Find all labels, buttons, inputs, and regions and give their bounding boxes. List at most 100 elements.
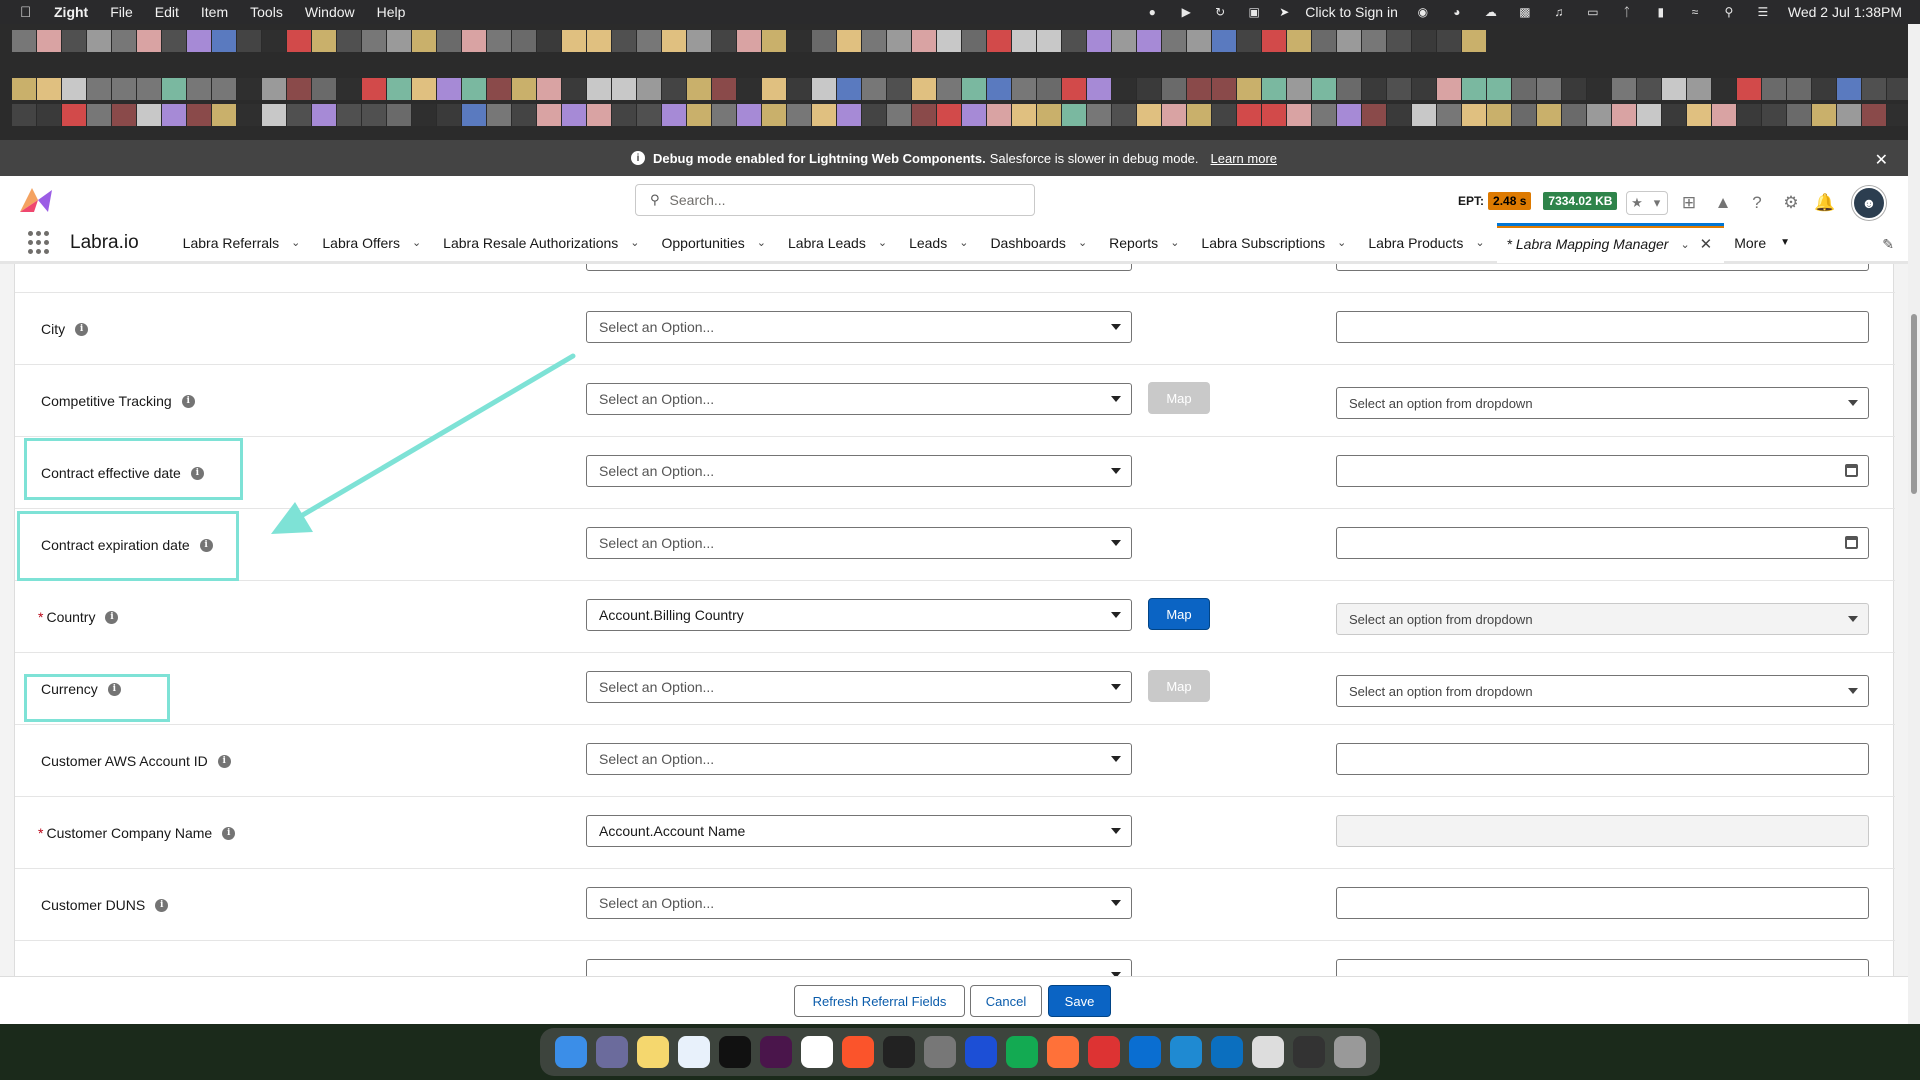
info-icon[interactable]: i xyxy=(181,394,195,408)
chevron-down-icon[interactable]: ⌄ xyxy=(1475,236,1484,249)
avatar[interactable]: ☻ xyxy=(1852,186,1886,220)
target-value-dropdown[interactable]: Select an option from dropdown xyxy=(1336,675,1869,707)
chevron-down-icon[interactable]: ⌄ xyxy=(1337,236,1346,249)
nav-tab-reports[interactable]: Reports ⌄ xyxy=(1099,223,1191,263)
nav-tab-labra-resale-authorizations[interactable]: Labra Resale Authorizations ⌄ xyxy=(433,223,651,263)
target-value-input[interactable] xyxy=(1336,743,1869,775)
send-icon[interactable]: ➤ xyxy=(1279,5,1289,19)
source-field-select[interactable]: Select an Option... xyxy=(586,455,1132,487)
timer-icon[interactable]: ◕ xyxy=(1448,5,1466,19)
trailhead-icon[interactable]: ▲ xyxy=(1710,190,1736,216)
mapping-content-area[interactable]: City i Select an Option... Competitive Tr… xyxy=(0,264,1908,976)
target-value-dropdown[interactable]: Select an option from dropdown xyxy=(1336,387,1869,419)
date-input[interactable] xyxy=(1336,455,1869,487)
headphones-icon[interactable]: ♫ xyxy=(1550,5,1568,19)
chevron-down-icon[interactable]: ⌄ xyxy=(630,236,639,249)
source-field-select[interactable]: Select an Option... xyxy=(586,527,1132,559)
map-button[interactable]: Map xyxy=(1148,598,1210,630)
nav-tab-dashboards[interactable]: Dashboards ⌄ xyxy=(980,223,1099,263)
nav-more-menu[interactable]: More ▼ xyxy=(1724,223,1802,263)
learn-more-link[interactable]: Learn more xyxy=(1211,151,1277,166)
chevron-down-icon[interactable]: ⌄ xyxy=(291,236,300,249)
source-field-select[interactable] xyxy=(586,959,1132,976)
info-icon[interactable]: i xyxy=(105,610,119,624)
chevron-down-icon[interactable]: ⌄ xyxy=(1170,236,1179,249)
labra-logo-icon[interactable] xyxy=(18,186,54,214)
screen-record-icon[interactable]: ▣ xyxy=(1245,5,1263,19)
menu-app-name[interactable]: Zight xyxy=(54,4,88,20)
global-search-input[interactable]: ⚲ Search... xyxy=(635,184,1035,216)
battery-icon[interactable]: ▮ xyxy=(1652,5,1670,19)
window-scrollbar[interactable] xyxy=(1908,24,1920,1024)
star-icon[interactable]: ★ xyxy=(1627,192,1647,214)
source-field-select[interactable]: Select an Option... xyxy=(586,887,1132,919)
info-icon[interactable]: i xyxy=(155,898,169,912)
source-field-select[interactable]: Select an Option... xyxy=(586,743,1132,775)
source-field-select[interactable] xyxy=(586,264,1132,271)
nav-tab-labra-mapping-manager[interactable]: * Labra Mapping Manager ⌄ ✕ xyxy=(1496,222,1725,263)
remote-desktop-icon[interactable] xyxy=(1128,1036,1161,1068)
map-button[interactable]: Map xyxy=(1148,670,1210,702)
target-value-input[interactable] xyxy=(1336,264,1869,271)
source-field-select[interactable]: Account.Account Name xyxy=(586,815,1132,847)
nav-tab-opportunities[interactable]: Opportunities ⌄ xyxy=(652,223,779,263)
nav-tab-labra-leads[interactable]: Labra Leads ⌄ xyxy=(778,223,899,263)
target-value-input[interactable] xyxy=(1336,311,1869,343)
menu-window[interactable]: Window xyxy=(305,4,355,20)
cloud-icon[interactable]: ☁ xyxy=(1482,5,1500,19)
nav-tab-labra-products[interactable]: Labra Products ⌄ xyxy=(1358,223,1496,263)
source-field-select[interactable]: Select an Option... xyxy=(586,383,1132,415)
menu-help[interactable]: Help xyxy=(377,4,406,20)
scrollbar-thumb[interactable] xyxy=(1911,314,1917,494)
folder-icon[interactable] xyxy=(1292,1036,1325,1068)
launchpad-icon[interactable] xyxy=(595,1036,628,1068)
firefox-icon[interactable] xyxy=(1046,1036,1079,1068)
vscode-icon[interactable] xyxy=(1169,1036,1202,1068)
target-value-input[interactable] xyxy=(1336,959,1869,976)
bluetooth-icon[interactable]: ᛏ xyxy=(1618,5,1636,19)
target-value-dropdown[interactable]: Select an option from dropdown xyxy=(1336,603,1869,635)
mongodb-icon[interactable] xyxy=(1005,1036,1038,1068)
nav-tab-labra-referrals[interactable]: Labra Referrals ⌄ xyxy=(173,223,313,263)
cancel-button[interactable]: Cancel xyxy=(970,985,1042,1017)
nav-tab-labra-subscriptions[interactable]: Labra Subscriptions ⌄ xyxy=(1191,223,1358,263)
source-field-select[interactable]: Select an Option... xyxy=(586,671,1132,703)
system-settings-icon[interactable] xyxy=(923,1036,956,1068)
map-button[interactable]: Map xyxy=(1148,382,1210,414)
bell-icon[interactable]: 🔔 xyxy=(1812,190,1838,216)
close-tab-icon[interactable]: ✕ xyxy=(1700,235,1713,253)
sign-in-link[interactable]: Click to Sign in xyxy=(1305,4,1398,20)
menu-item[interactable]: Item xyxy=(201,4,228,20)
chrome-icon[interactable] xyxy=(1087,1036,1120,1068)
zoom-status-icon[interactable]: ● xyxy=(1143,5,1161,19)
info-icon[interactable]: i xyxy=(75,322,89,336)
brave-icon[interactable] xyxy=(841,1036,874,1068)
chevron-down-icon[interactable]: ▾ xyxy=(1647,192,1667,214)
record-icon[interactable]: ◉ xyxy=(1414,5,1432,19)
window-icon[interactable]: ▩ xyxy=(1516,5,1534,19)
gear-icon[interactable]: ⚙ xyxy=(1778,190,1804,216)
documents-icon[interactable] xyxy=(1251,1036,1284,1068)
source-field-select[interactable]: Account.Billing Country xyxy=(586,599,1132,631)
menubar-datetime[interactable]: Wed 2 Jul 1:38PM xyxy=(1788,4,1902,20)
nav-tab-labra-offers[interactable]: Labra Offers ⌄ xyxy=(312,223,433,263)
menu-file[interactable]: File xyxy=(110,4,133,20)
terminal-icon[interactable] xyxy=(718,1036,751,1068)
close-icon[interactable]: ✕ xyxy=(1875,150,1888,170)
display-icon[interactable]: ▭ xyxy=(1584,5,1602,19)
chevron-down-icon[interactable]: ⌄ xyxy=(412,236,421,249)
help-icon[interactable]: ? xyxy=(1744,190,1770,216)
wifi-icon[interactable]: ≈ xyxy=(1686,5,1704,19)
rotate-icon[interactable]: ↻ xyxy=(1211,5,1229,19)
edit-nav-icon[interactable]: ✎ xyxy=(1882,236,1894,253)
p-app-icon[interactable] xyxy=(882,1036,915,1068)
target-value-input[interactable] xyxy=(1336,887,1869,919)
info-icon[interactable]: i xyxy=(217,754,231,768)
trash-icon[interactable] xyxy=(1333,1036,1366,1068)
date-input[interactable] xyxy=(1336,527,1869,559)
global-actions-icon[interactable]: ⊞ xyxy=(1676,190,1702,216)
notes-icon[interactable] xyxy=(636,1036,669,1068)
play-status-icon[interactable]: ▶ xyxy=(1177,5,1195,19)
apple-icon[interactable]:  xyxy=(20,4,40,21)
finder-icon[interactable] xyxy=(554,1036,587,1068)
